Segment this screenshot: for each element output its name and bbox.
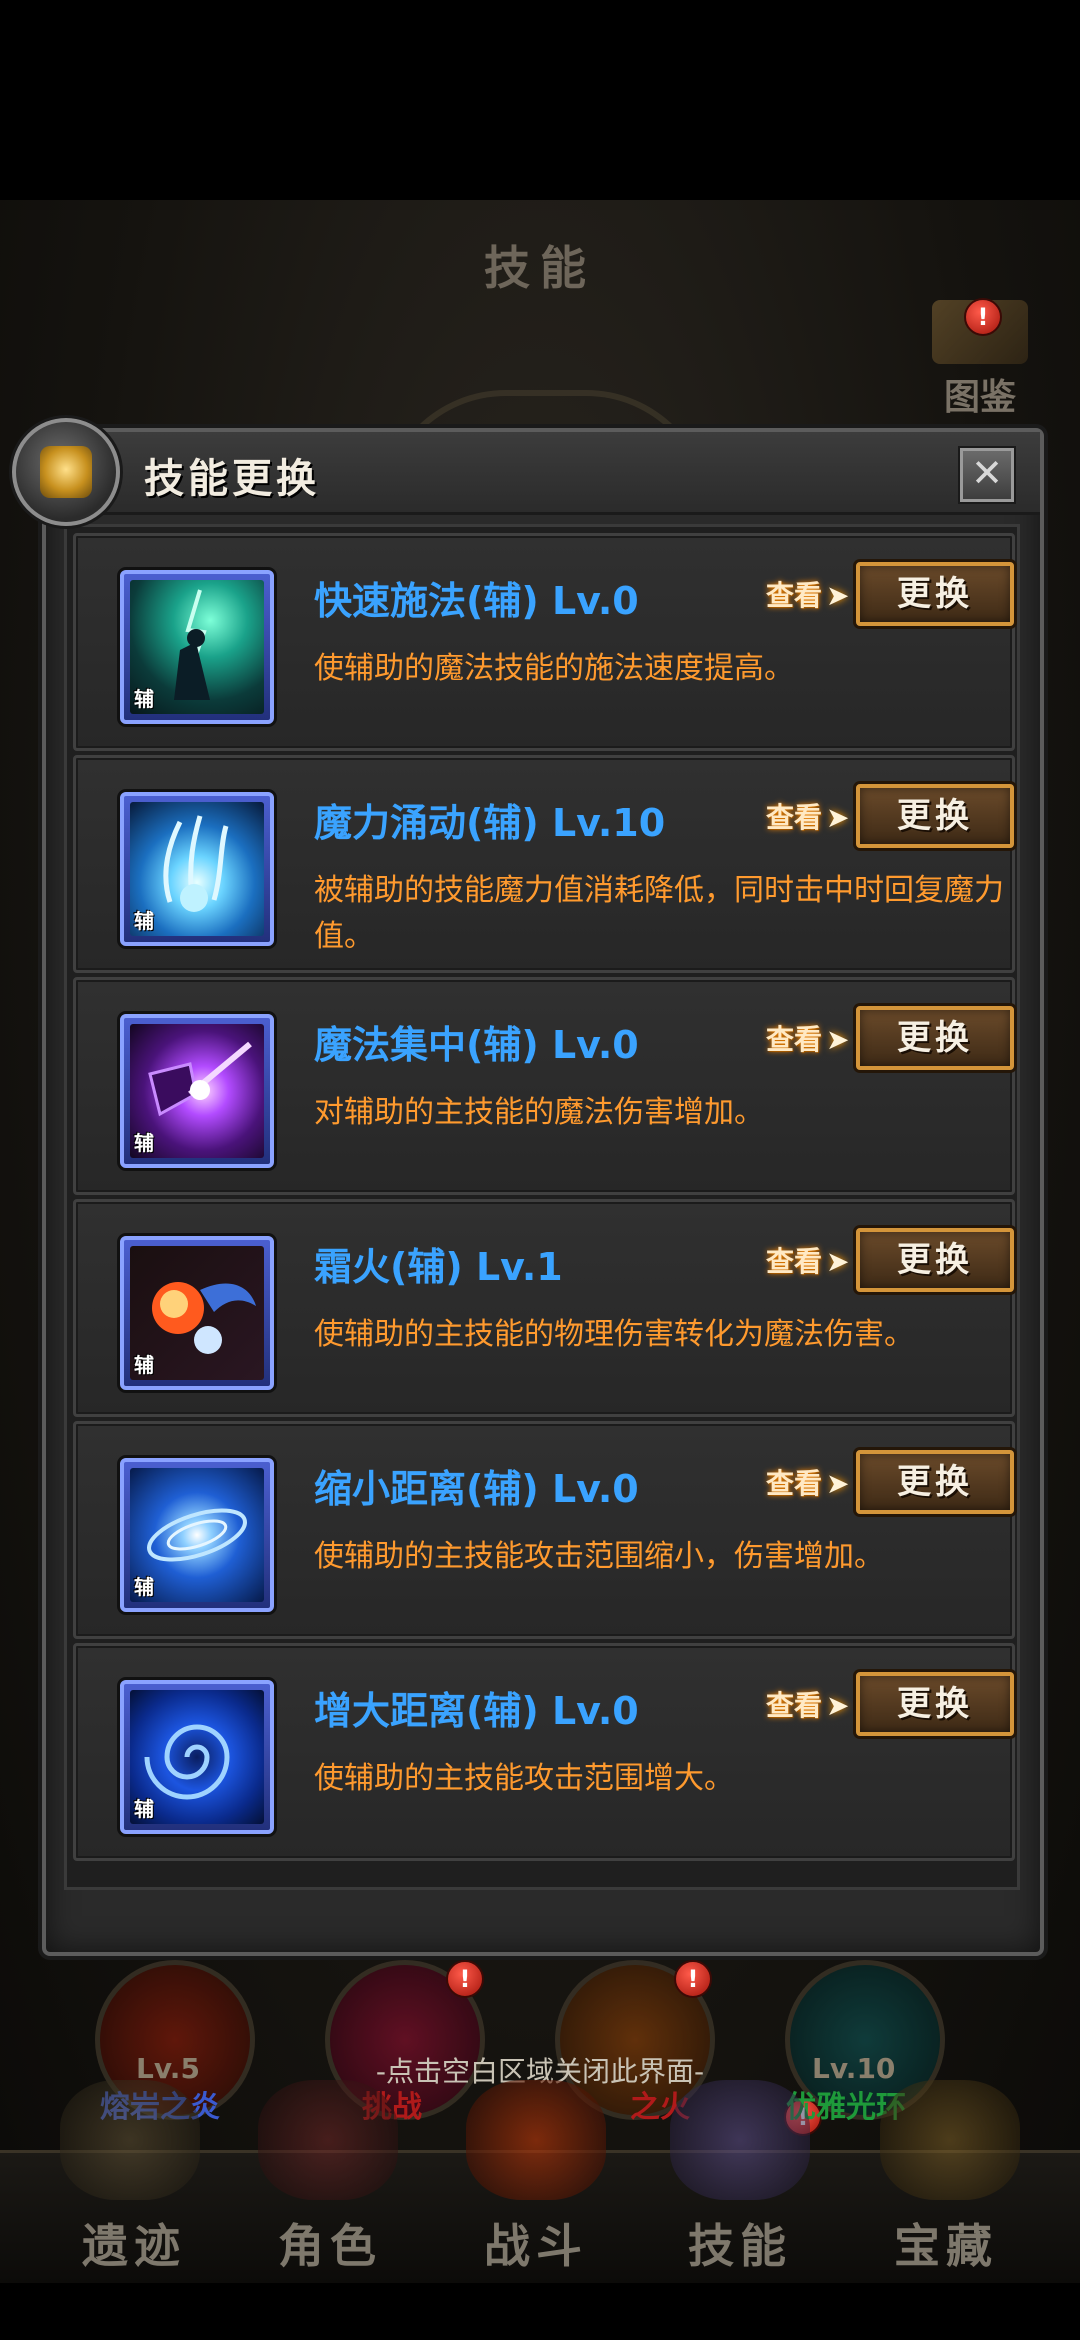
skill-description: 使辅助的魔法技能的施法速度提高。 [314, 651, 794, 686]
skill-name: 缩小距离(辅) Lv.0 [314, 1467, 639, 1511]
skill-icon-frame: 辅 [120, 1236, 274, 1390]
tab-relics[interactable]: 遗迹 [34, 2210, 234, 2276]
skill-description: 被辅助的技能魔力值消耗降低，同时击中时回复魔力值。 [314, 873, 1004, 954]
notification-badge: ! [446, 1960, 484, 1998]
skill-icon-frame: 辅 [120, 792, 274, 946]
tab-skills[interactable]: 技能 [640, 2210, 840, 2276]
skill-row: 辅 霜火(辅) Lv.1 查看 ➤ 更换 使辅助的主技能的物理伤害转化为魔法伤害。 [73, 1199, 1015, 1417]
view-button[interactable]: 查看 ➤ [766, 1684, 849, 1730]
dialog-emblem [12, 418, 120, 526]
replace-button[interactable]: 更换 [856, 1672, 1014, 1736]
skill-list[interactable]: 辅 快速施法(辅) Lv.0 查看 ➤ 更换 使辅助的魔法技能的施法速度提高。 辅 [64, 524, 1020, 1890]
skill-row: 辅 缩小距离(辅) Lv.0 查看 ➤ 更换 使辅助的主技能攻击范围缩小，伤害增加… [73, 1421, 1015, 1639]
aux-tag: 辅 [134, 909, 154, 933]
skill-row: 辅 快速施法(辅) Lv.0 查看 ➤ 更换 使辅助的魔法技能的施法速度提高。 [73, 533, 1015, 751]
skill-name: 魔力涌动(辅) Lv.10 [314, 801, 666, 845]
replace-button[interactable]: 更换 [856, 562, 1014, 626]
arrow-right-icon: ➤ [826, 579, 850, 612]
tab-treasure[interactable]: 宝藏 [846, 2210, 1046, 2276]
arrow-right-icon: ➤ [826, 1689, 850, 1722]
dialog-title: 技能更换 [144, 456, 320, 502]
skill-name: 霜火(辅) Lv.1 [314, 1245, 563, 1289]
arrow-right-icon: ➤ [826, 1023, 850, 1056]
skill-description: 使辅助的主技能的物理伤害转化为魔法伤害。 [314, 1317, 914, 1352]
skill-name: 快速施法(辅) Lv.0 [314, 579, 639, 623]
skill-description: 使辅助的主技能攻击范围缩小，伤害增加。 [314, 1539, 884, 1574]
aux-tag: 辅 [134, 1797, 154, 1821]
view-button[interactable]: 查看 ➤ [766, 1240, 849, 1286]
view-label: 查看 [766, 1689, 823, 1722]
tab-character[interactable]: 角色 [230, 2210, 430, 2276]
skill-row: 辅 魔法集中(辅) Lv.0 查看 ➤ 更换 对辅助的主技能的魔法伤害增加。 [73, 977, 1015, 1195]
tab-battle[interactable]: 战斗 [436, 2210, 636, 2276]
skill-icon-frame: 辅 [120, 1680, 274, 1834]
skill-description: 对辅助的主技能的魔法伤害增加。 [314, 1095, 764, 1130]
dialog-header: 技能更换 [46, 432, 1040, 515]
replace-button[interactable]: 更换 [856, 1450, 1014, 1514]
character-icon [258, 2080, 398, 2200]
aux-tag: 辅 [134, 1353, 154, 1377]
skill-icon-frame: 辅 [120, 1458, 274, 1612]
relic-icon [60, 2080, 200, 2200]
view-label: 查看 [766, 1467, 823, 1500]
background-page-title: 技能 [484, 241, 596, 295]
skill-row: 辅 增大距离(辅) Lv.0 查看 ➤ 更换 使辅助的主技能攻击范围增大。 [73, 1643, 1015, 1861]
view-button[interactable]: 查看 ➤ [766, 796, 849, 842]
battle-icon [466, 2080, 606, 2200]
aux-tag: 辅 [134, 1131, 154, 1155]
view-button[interactable]: 查看 ➤ [766, 1018, 849, 1064]
view-label: 查看 [766, 579, 823, 612]
replace-button[interactable]: 更换 [856, 1006, 1014, 1070]
skill-description: 使辅助的主技能攻击范围增大。 [314, 1761, 734, 1796]
replace-button[interactable]: 更换 [856, 784, 1014, 848]
notification-badge: ! [964, 298, 1002, 336]
aux-tag: 辅 [134, 1575, 154, 1599]
skill-book-icon [670, 2080, 810, 2200]
view-button[interactable]: 查看 ➤ [766, 1462, 849, 1508]
treasure-chest-icon [40, 446, 92, 498]
view-label: 查看 [766, 801, 823, 834]
skill-icon-frame: 辅 [120, 570, 274, 724]
skill-icon-frame: 辅 [120, 1014, 274, 1168]
aux-tag: 辅 [134, 687, 154, 711]
notification-badge: ! [674, 1960, 712, 1998]
skill-name: 增大距离(辅) Lv.0 [314, 1689, 639, 1733]
replace-button[interactable]: 更换 [856, 1228, 1014, 1292]
skill-replace-dialog: 技能更换 辅 快速施法(辅) Lv.0 查看 ➤ 更换 使辅助的魔法技能的施法速度… [42, 428, 1044, 1956]
treasure-icon [880, 2080, 1020, 2200]
view-label: 查看 [766, 1245, 823, 1278]
skill-row: 辅 魔力涌动(辅) Lv.10 查看 ➤ 更换 被辅助的技能魔力值消耗降低，同时击… [73, 755, 1015, 973]
codex-label: 图鉴 [943, 377, 1016, 418]
arrow-right-icon: ➤ [826, 801, 850, 834]
arrow-right-icon: ➤ [826, 1245, 850, 1278]
skill-name: 魔法集中(辅) Lv.0 [314, 1023, 639, 1067]
view-label: 查看 [766, 1023, 823, 1056]
arrow-right-icon: ➤ [826, 1467, 850, 1500]
close-button[interactable]: ✕ [960, 448, 1014, 502]
view-button[interactable]: 查看 ➤ [766, 574, 849, 620]
